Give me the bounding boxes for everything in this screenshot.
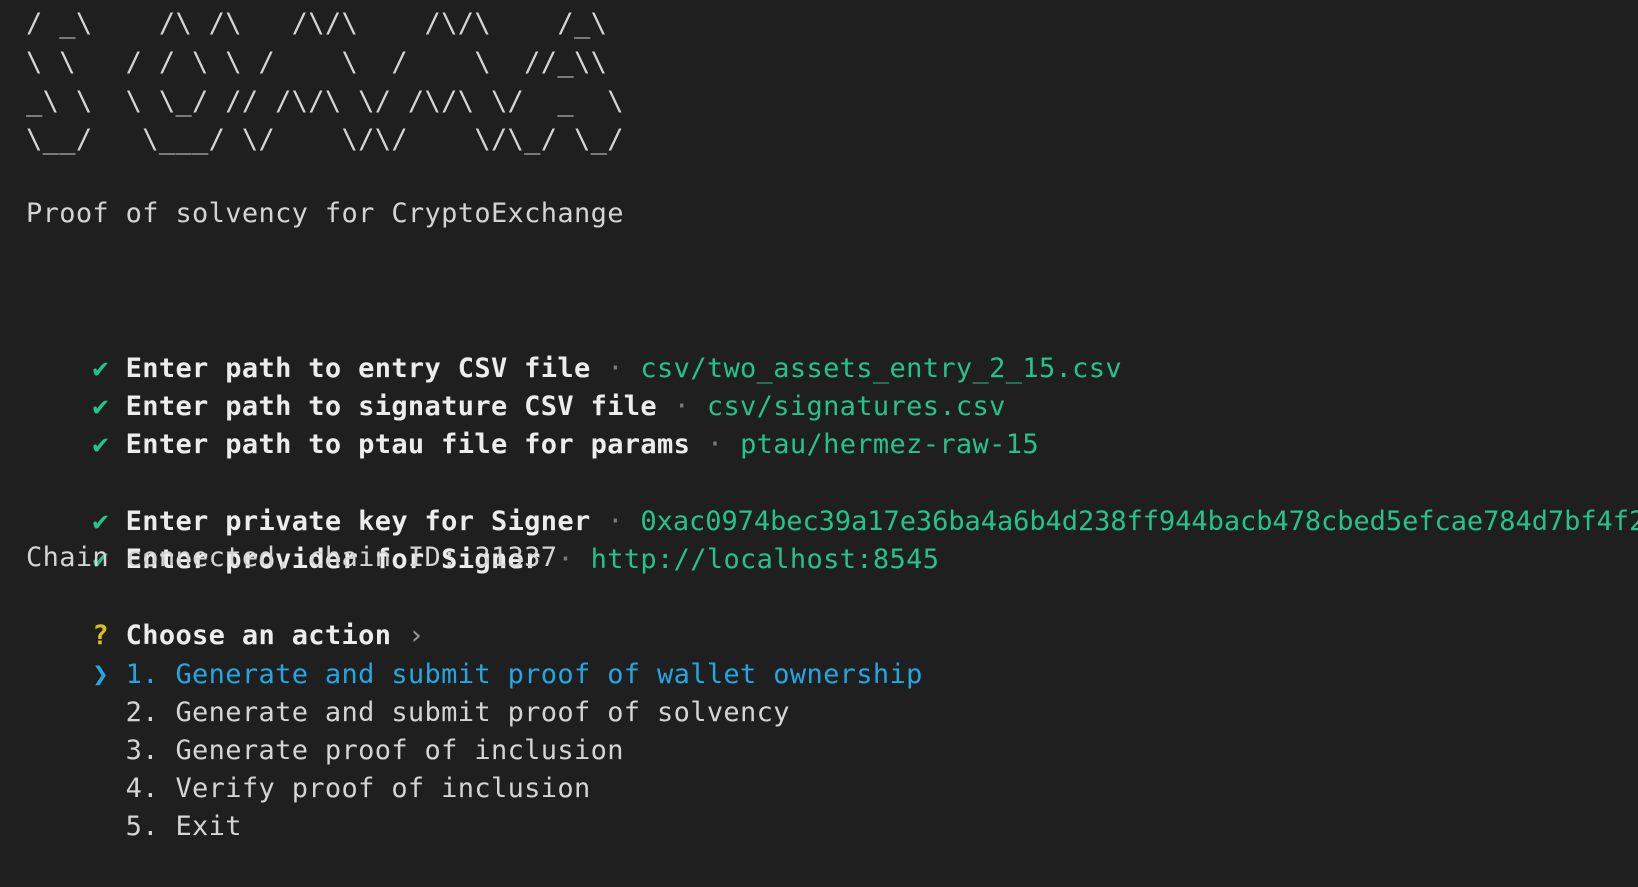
- choose-action-prompt: ? Choose an action ›: [26, 576, 425, 651]
- prompt-label: Enter path to ptau file for params: [125, 429, 691, 460]
- checkmark-icon: ✔: [92, 429, 110, 460]
- answered-prompt-signature-csv: ✔ Enter path to signature CSV file · csv…: [26, 347, 1006, 422]
- menu-option-exit[interactable]: 5. Exit: [26, 767, 242, 842]
- chain-status-message: Chain connected, chain ID: 31337: [26, 542, 558, 573]
- menu-option-wallet-ownership[interactable]: ❯ 1. Generate and submit proof of wallet…: [26, 615, 923, 690]
- ascii-banner-line: \__/ \___/ \/ \/\/ \/\_/ \_/: [26, 124, 624, 155]
- menu-option-solvency[interactable]: 2. Generate and submit proof of solvency: [26, 653, 790, 728]
- separator-dot: ·: [557, 544, 574, 575]
- terminal-window: / _\ /\ /\ /\/\ /\/\ /_\ \ \ / / \ \ / \…: [26, 0, 1638, 864]
- ascii-banner-line: / _\ /\ /\ /\/\ /\/\ /_\: [26, 8, 608, 39]
- ascii-banner-line: _\ \ \ \_/ // /\/\ \/ /\/\ \/ _ \: [26, 86, 624, 117]
- app-subtitle: Proof of solvency for CryptoExchange: [26, 198, 624, 229]
- menu-option-label: 5. Exit: [125, 811, 242, 842]
- prompt-answer: ptau/hermez-raw-15: [740, 429, 1039, 460]
- separator-dot: ·: [706, 429, 724, 460]
- prompt-answer: http://localhost:8545: [590, 544, 940, 575]
- menu-option-generate-inclusion[interactable]: 3. Generate proof of inclusion: [26, 691, 624, 766]
- answered-prompt-provider: ✔ Enter provider for Signer · http://loc…: [26, 500, 939, 575]
- ascii-banner-line: \ \ / / \ \ / \ / \ //_\\: [26, 47, 608, 78]
- answered-prompt-private-key: ✔ Enter private key for Signer · 0xac097…: [26, 462, 1638, 537]
- menu-option-verify-inclusion[interactable]: 4. Verify proof of inclusion: [26, 729, 591, 804]
- answered-prompt-ptau-file: ✔ Enter path to ptau file for params · p…: [26, 385, 1039, 460]
- answered-prompt-entry-csv: ✔ Enter path to entry CSV file · csv/two…: [26, 309, 1122, 384]
